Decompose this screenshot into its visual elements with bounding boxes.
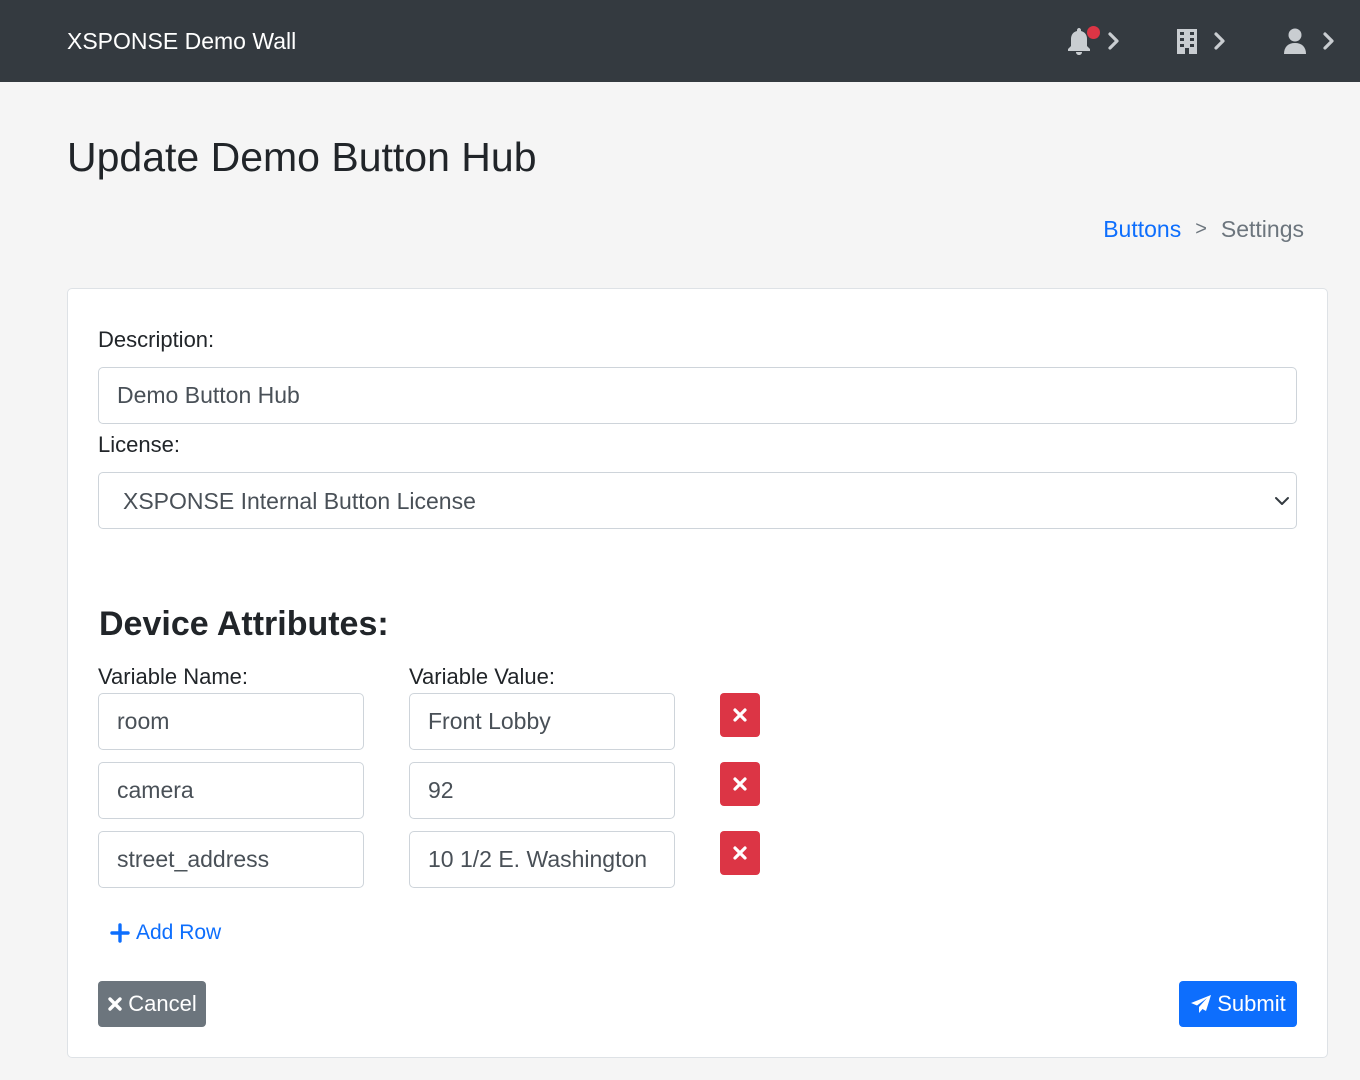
description-label: Description: [98,327,215,352]
cancel-button[interactable]: Cancel [98,981,206,1027]
breadcrumb-link-buttons[interactable]: Buttons [1103,214,1181,244]
variable-value-input[interactable] [409,831,675,888]
delete-row-button[interactable] [720,831,760,875]
variable-value-input[interactable] [409,762,675,819]
close-icon [733,846,747,860]
submit-button[interactable]: Submit [1179,981,1297,1027]
device-attributes-title: Device Attributes: [99,605,389,643]
variable-name-input[interactable] [98,693,364,750]
settings-card: Description: License: XSPONSE Internal B… [67,288,1328,1058]
notifications-menu[interactable] [1066,22,1120,60]
delete-row-button[interactable] [720,693,760,737]
breadcrumb-current: Settings [1220,216,1304,242]
building-menu[interactable] [1176,22,1226,60]
submit-label: Submit [1217,991,1286,1016]
top-navbar: XSPONSE Demo Wall [0,0,1360,82]
variable-name-header: Variable Name: [98,664,248,689]
close-icon [733,708,747,722]
breadcrumb-separator: > [1195,218,1207,240]
license-label: License: [98,432,180,457]
paper-plane-icon [1191,995,1212,1013]
user-icon [1284,28,1306,54]
chevron-right-icon [1214,32,1225,50]
add-row-label: Add Row [136,921,222,944]
chevron-down-icon [1275,497,1289,505]
description-input[interactable] [98,367,1297,424]
chevron-right-icon [1108,32,1119,50]
plus-icon [110,923,130,943]
add-row-button[interactable]: Add Row [110,921,221,945]
variable-value-header: Variable Value: [409,664,555,689]
delete-row-button[interactable] [720,762,760,806]
bell-icon [1066,26,1100,56]
page-title: Update Demo Button Hub [67,134,537,180]
chevron-right-icon [1323,32,1334,50]
variable-name-input[interactable] [98,831,364,888]
variable-value-input[interactable] [409,693,675,750]
notification-badge [1087,26,1100,39]
cancel-label: Cancel [128,991,197,1016]
close-icon [733,777,747,791]
license-selected-value: XSPONSE Internal Button License [123,488,476,514]
license-select[interactable]: XSPONSE Internal Button License [98,472,1297,529]
user-menu[interactable] [1283,22,1335,60]
brand-title[interactable]: XSPONSE Demo Wall [67,27,296,55]
breadcrumb: Buttons > Settings [1103,214,1304,244]
variable-name-input[interactable] [98,762,364,819]
close-icon [108,997,122,1011]
building-icon [1177,29,1197,54]
